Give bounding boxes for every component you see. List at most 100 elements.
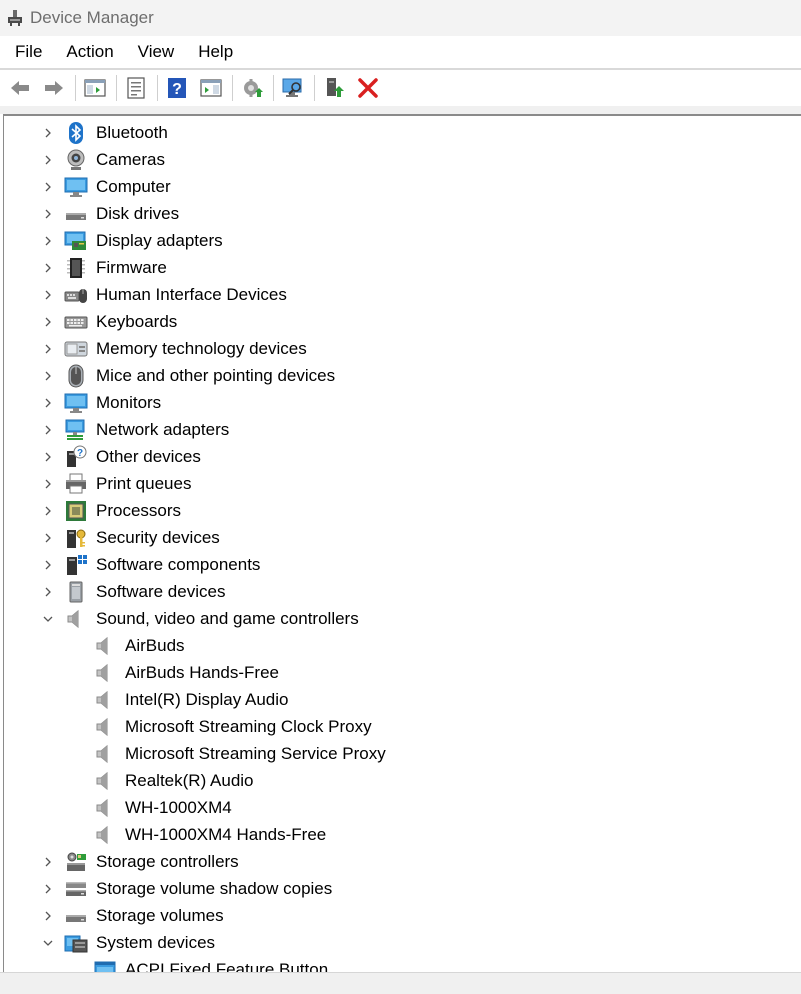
speaker-icon bbox=[93, 715, 117, 739]
tree-category-processors[interactable]: Processors bbox=[4, 497, 801, 524]
menu-help[interactable]: Help bbox=[186, 38, 245, 66]
update-driver-button[interactable] bbox=[237, 73, 267, 103]
chevron-right-icon[interactable] bbox=[42, 316, 54, 328]
chevron-right-icon[interactable] bbox=[42, 289, 54, 301]
tree-node-label: Keyboards bbox=[96, 312, 178, 331]
tree-category-firmware[interactable]: Firmware bbox=[4, 254, 801, 281]
tree-category-security-devices[interactable]: Security devices bbox=[4, 524, 801, 551]
properties-button[interactable] bbox=[121, 73, 151, 103]
tree-category-software-devices[interactable]: Software devices bbox=[4, 578, 801, 605]
chevron-down-icon[interactable] bbox=[42, 937, 54, 949]
tree-device-microsoft-streaming-service-proxy[interactable]: Microsoft Streaming Service Proxy bbox=[4, 740, 801, 767]
tree-category-network-adapters[interactable]: Network adapters bbox=[4, 416, 801, 443]
uninstall-device-icon bbox=[358, 78, 378, 98]
chevron-right-icon[interactable] bbox=[42, 451, 54, 463]
help-button[interactable]: ? bbox=[162, 73, 192, 103]
tree-node-label: Memory technology devices bbox=[96, 339, 307, 358]
chevron-right-icon[interactable] bbox=[42, 154, 54, 166]
back-button[interactable] bbox=[5, 73, 35, 103]
speaker-icon bbox=[64, 607, 88, 631]
tree-node-label: Firmware bbox=[96, 258, 167, 277]
chevron-right-icon[interactable] bbox=[42, 397, 54, 409]
tree-category-system-devices[interactable]: System devices bbox=[4, 929, 801, 956]
speaker-icon bbox=[93, 634, 117, 658]
enable-device-button[interactable] bbox=[319, 73, 349, 103]
chevron-right-icon[interactable] bbox=[42, 478, 54, 490]
tree-category-storage-volumes[interactable]: Storage volumes bbox=[4, 902, 801, 929]
firmware-icon bbox=[64, 256, 88, 280]
chevron-right-icon[interactable] bbox=[42, 910, 54, 922]
tree-category-cameras[interactable]: Cameras bbox=[4, 146, 801, 173]
tree-category-mice-and-other-pointing-devices[interactable]: Mice and other pointing devices bbox=[4, 362, 801, 389]
device-tree[interactable]: Bluetooth Cameras Computer Disk drives Displ… bbox=[3, 114, 801, 972]
tree-category-disk-drives[interactable]: Disk drives bbox=[4, 200, 801, 227]
tree-device-intel-r-display-audio[interactable]: Intel(R) Display Audio bbox=[4, 686, 801, 713]
tree-category-other-devices[interactable]: ? Other devices bbox=[4, 443, 801, 470]
tree-category-display-adapters[interactable]: Display adapters bbox=[4, 227, 801, 254]
chevron-right-icon[interactable] bbox=[42, 235, 54, 247]
show-hide-console-tree-button[interactable] bbox=[80, 73, 110, 103]
menu-action[interactable]: Action bbox=[54, 38, 125, 66]
chevron-right-icon[interactable] bbox=[42, 262, 54, 274]
show-action-pane-button[interactable] bbox=[196, 73, 226, 103]
storage-volume-icon bbox=[64, 904, 88, 928]
properties-icon bbox=[127, 77, 145, 99]
tree-node-label: System devices bbox=[96, 933, 216, 952]
tree-node-label: WH-1000XM4 bbox=[125, 798, 232, 817]
back-arrow-icon bbox=[11, 81, 29, 95]
scan-hardware-button[interactable] bbox=[278, 73, 308, 103]
chevron-right-icon[interactable] bbox=[42, 559, 54, 571]
tree-device-wh-1000xm4-hands-free[interactable]: WH-1000XM4 Hands-Free bbox=[4, 821, 801, 848]
tree-device-airbuds[interactable]: AirBuds bbox=[4, 632, 801, 659]
tree-device-realtek-r-audio[interactable]: Realtek(R) Audio bbox=[4, 767, 801, 794]
enable-device-icon bbox=[327, 78, 344, 97]
tree-category-bluetooth[interactable]: Bluetooth bbox=[4, 119, 801, 146]
speaker-icon bbox=[93, 742, 117, 766]
title-bar: Device Manager bbox=[0, 0, 801, 36]
chevron-right-icon[interactable] bbox=[42, 343, 54, 355]
chevron-right-icon[interactable] bbox=[42, 883, 54, 895]
chevron-right-icon[interactable] bbox=[42, 532, 54, 544]
help-icon: ? bbox=[168, 78, 186, 98]
tree-category-storage-controllers[interactable]: Storage controllers bbox=[4, 848, 801, 875]
speaker-icon bbox=[93, 769, 117, 793]
software-device-icon bbox=[64, 580, 88, 604]
tree-device-microsoft-streaming-clock-proxy[interactable]: Microsoft Streaming Clock Proxy bbox=[4, 713, 801, 740]
svg-text:?: ? bbox=[77, 448, 83, 459]
tree-category-monitors[interactable]: Monitors bbox=[4, 389, 801, 416]
tree-node-label: Storage volumes bbox=[96, 906, 224, 925]
display-adapter-icon bbox=[64, 229, 88, 253]
tree-category-storage-volume-shadow-copies[interactable]: Storage volume shadow copies bbox=[4, 875, 801, 902]
shadow-copy-icon bbox=[64, 877, 88, 901]
computer-icon bbox=[64, 175, 88, 199]
chevron-right-icon[interactable] bbox=[42, 586, 54, 598]
bluetooth-icon bbox=[64, 121, 88, 145]
menu-file[interactable]: File bbox=[0, 38, 54, 66]
tree-category-sound-video-and-game-controllers[interactable]: Sound, video and game controllers bbox=[4, 605, 801, 632]
other-devices-icon: ? bbox=[64, 445, 88, 469]
tree-category-software-components[interactable]: Software components bbox=[4, 551, 801, 578]
storage-controller-icon bbox=[64, 850, 88, 874]
device-manager-icon bbox=[6, 9, 24, 27]
tree-category-human-interface-devices[interactable]: Human Interface Devices bbox=[4, 281, 801, 308]
forward-arrow-icon bbox=[45, 81, 63, 95]
tree-category-keyboards[interactable]: Keyboards bbox=[4, 308, 801, 335]
tree-device-acpi-fixed-feature-button[interactable]: ACPI Fixed Feature Button bbox=[4, 956, 801, 972]
chevron-right-icon[interactable] bbox=[42, 424, 54, 436]
chevron-right-icon[interactable] bbox=[42, 856, 54, 868]
chevron-right-icon[interactable] bbox=[42, 505, 54, 517]
tree-category-print-queues[interactable]: Print queues bbox=[4, 470, 801, 497]
chevron-right-icon[interactable] bbox=[42, 127, 54, 139]
chevron-down-icon[interactable] bbox=[42, 613, 54, 625]
tree-device-airbuds-hands-free[interactable]: AirBuds Hands-Free bbox=[4, 659, 801, 686]
chevron-right-icon[interactable] bbox=[42, 181, 54, 193]
chevron-right-icon[interactable] bbox=[42, 370, 54, 382]
speaker-icon bbox=[93, 661, 117, 685]
uninstall-device-button[interactable] bbox=[353, 73, 383, 103]
tree-device-wh-1000xm4[interactable]: WH-1000XM4 bbox=[4, 794, 801, 821]
forward-button[interactable] bbox=[39, 73, 69, 103]
tree-category-memory-technology-devices[interactable]: Memory technology devices bbox=[4, 335, 801, 362]
menu-view[interactable]: View bbox=[126, 38, 187, 66]
tree-category-computer[interactable]: Computer bbox=[4, 173, 801, 200]
chevron-right-icon[interactable] bbox=[42, 208, 54, 220]
